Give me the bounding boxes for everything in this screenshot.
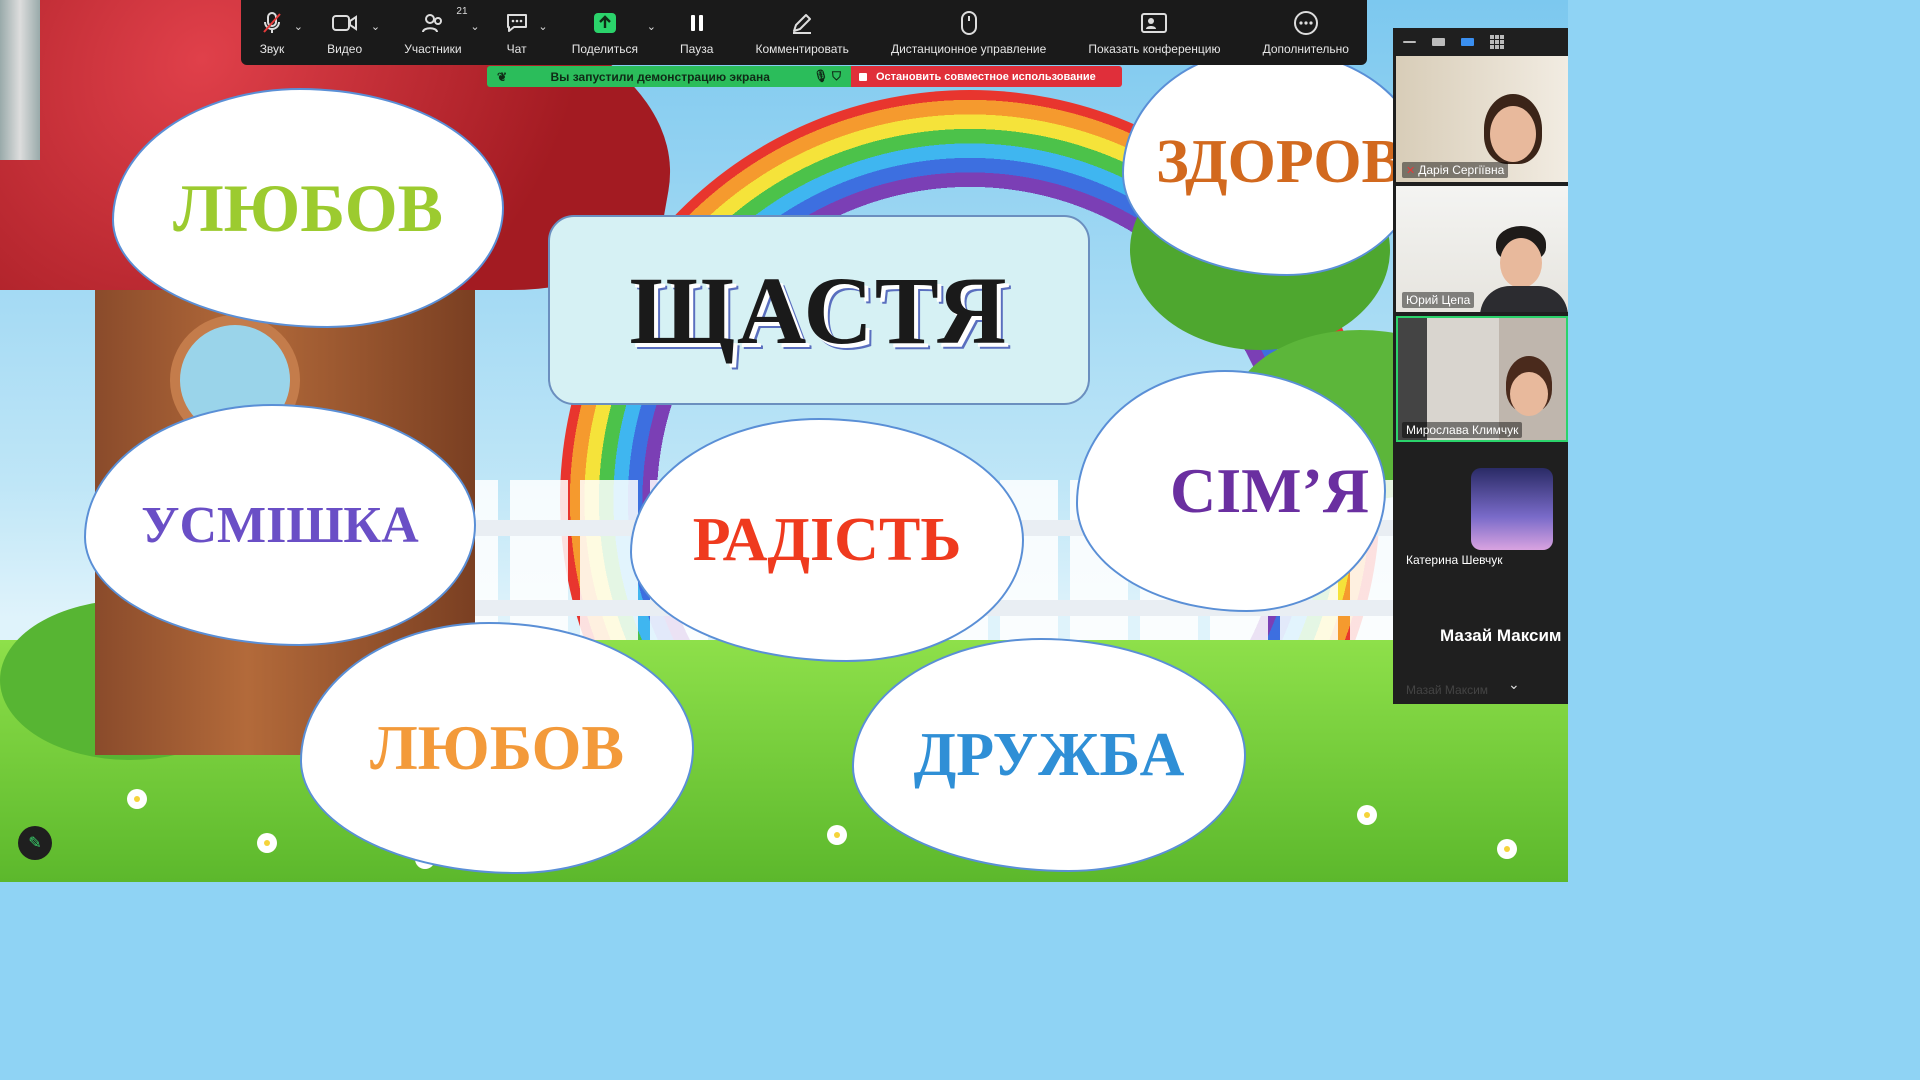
participants-icon	[420, 10, 446, 36]
flower	[130, 792, 144, 806]
participant-video	[1490, 106, 1536, 162]
minimize-icon[interactable]	[1403, 41, 1416, 43]
chevron-down-icon[interactable]: ⌄	[371, 20, 380, 33]
remote-control-label: Дистанционное управление	[890, 41, 1047, 56]
flower	[1500, 842, 1514, 856]
chevron-down-icon[interactable]: ⌄	[470, 20, 479, 33]
participant-video	[1510, 372, 1548, 416]
remote-control-button[interactable]: Дистанционное управление	[887, 10, 1050, 56]
stop-sharing-button[interactable]: Остановить совместное использование	[851, 66, 1122, 87]
shared-screen: ЩАСТЯ ЛЮБОВ ЗДОРОВ УСМІШКА РАДІСТЬ СІМ’Я…	[0, 0, 1568, 882]
pause-icon	[684, 10, 710, 36]
more-button[interactable]: Дополнительно	[1259, 10, 1353, 56]
word-cloud-friendship: ДРУЖБА	[852, 638, 1246, 872]
gallery-view-icon[interactable]	[1490, 35, 1504, 49]
sharing-status-bar: ❦ Вы запустили демонстрацию экрана 🎙︎ ⛉	[487, 66, 851, 87]
flower	[1360, 808, 1374, 822]
meeting-toolbar: Звук ⌄ Видео ⌄ 21 Участники ⌄ Чат ⌄ Поде…	[241, 0, 1367, 65]
more-icon	[1293, 10, 1319, 36]
video-camera-icon	[331, 10, 358, 36]
flower	[260, 836, 274, 850]
word-love-1: ЛЮБОВ	[173, 169, 443, 246]
participants-label: Участники	[404, 41, 462, 56]
security-icons: 🎙︎ ⛉	[813, 69, 841, 83]
share-screen-icon	[592, 10, 618, 36]
stop-icon	[859, 72, 867, 81]
participant-name: Юрий Цепа	[1402, 292, 1475, 308]
word-cloud-health: ЗДОРОВ	[1122, 48, 1422, 276]
chevron-down-icon[interactable]: ⌄	[538, 20, 547, 33]
word-joy: РАДІСТЬ	[692, 505, 962, 574]
chat-label: Чат	[506, 41, 527, 56]
mouse-icon	[956, 10, 982, 36]
chat-icon	[504, 10, 530, 36]
pause-label: Пауза	[680, 41, 714, 56]
pause-button[interactable]: Пауза	[676, 10, 717, 56]
participant-video	[1500, 238, 1542, 288]
word-cloud-love-2: ЛЮБОВ	[300, 622, 694, 874]
word-love-2: ЛЮБОВ	[369, 712, 625, 783]
chevron-down-icon[interactable]: ⌄	[647, 20, 656, 33]
slide-title: ЩАСТЯ	[629, 256, 1009, 364]
share-button[interactable]: Поделиться ⌄	[568, 10, 656, 56]
participant-tile[interactable]: ✕ Дарія Сергіївна	[1396, 56, 1568, 182]
video-label: Видео	[327, 41, 363, 56]
participant-tile[interactable]: Катерина Шевчук	[1396, 446, 1568, 572]
share-label: Поделиться	[571, 41, 638, 56]
word-cloud-love-1: ЛЮБОВ	[112, 88, 504, 328]
participant-name: Катерина Шевчук	[1406, 553, 1503, 567]
annotate-button[interactable]: Комментировать	[751, 10, 852, 56]
participants-button[interactable]: 21 Участники ⌄	[400, 6, 479, 56]
participant-name: Мазай Максим	[1406, 683, 1489, 697]
audio-button[interactable]: Звук ⌄	[255, 10, 303, 56]
participants-count: 21	[456, 5, 468, 17]
video-gallery-panel: ✕ Дарія Сергіївна Юрий Цепа Мирослава Кли…	[1393, 28, 1568, 704]
annotate-pencil-icon	[789, 10, 815, 36]
chevron-down-icon[interactable]: ⌄	[1508, 676, 1520, 693]
participant-tile[interactable]: Мазай Максим Мазай Максим ⌄	[1396, 576, 1568, 702]
participant-tile-active[interactable]: Мирослава Климчук	[1396, 316, 1568, 442]
video-button[interactable]: Видео ⌄	[323, 10, 380, 56]
audio-label: Звук	[259, 41, 285, 56]
word-smile: УСМІШКА	[141, 496, 419, 554]
participant-name-large: Мазай Максим	[1440, 626, 1562, 645]
speaker-view-icon[interactable]	[1461, 38, 1474, 46]
show-meeting-icon	[1141, 10, 1168, 36]
chat-button[interactable]: Чат ⌄	[500, 10, 548, 56]
show-meeting-label: Показать конференцию	[1088, 41, 1221, 56]
mic-muted-icon	[259, 10, 285, 36]
hide-video-icon[interactable]	[1432, 38, 1445, 46]
word-health: ЗДОРОВ	[1156, 127, 1403, 196]
participant-name: Мирослава Климчук	[1402, 422, 1523, 438]
gallery-view-controls	[1393, 28, 1568, 56]
chevron-down-icon[interactable]: ⌄	[294, 20, 303, 33]
flower	[830, 828, 844, 842]
participant-video	[1480, 286, 1568, 312]
pipe	[0, 0, 40, 160]
stop-sharing-label: Остановить совместное использование	[876, 70, 1096, 83]
annotate-label: Комментировать	[755, 41, 849, 56]
avatar	[1471, 468, 1553, 550]
pencil-icon: ✎	[28, 835, 42, 852]
annotate-float-button[interactable]: ✎	[18, 826, 52, 860]
word-cloud-smile: УСМІШКА	[84, 404, 476, 646]
leaf-icon: ❦	[497, 69, 508, 84]
word-cloud-family: СІМ’Я	[1076, 370, 1386, 612]
participant-tile[interactable]: Юрий Цепа	[1396, 186, 1568, 312]
sharing-status-text: Вы запустили демонстрацию экрана	[550, 69, 770, 84]
word-family: СІМ’Я	[1170, 455, 1370, 526]
word-friendship: ДРУЖБА	[913, 720, 1185, 789]
show-meeting-button[interactable]: Показать конференцию	[1084, 10, 1224, 56]
title-card: ЩАСТЯ	[548, 215, 1090, 405]
mic-muted-icon: ✕	[1406, 165, 1416, 177]
word-cloud-joy: РАДІСТЬ	[630, 418, 1024, 662]
participant-name: ✕ Дарія Сергіївна	[1402, 162, 1509, 178]
more-label: Дополнительно	[1262, 41, 1349, 56]
